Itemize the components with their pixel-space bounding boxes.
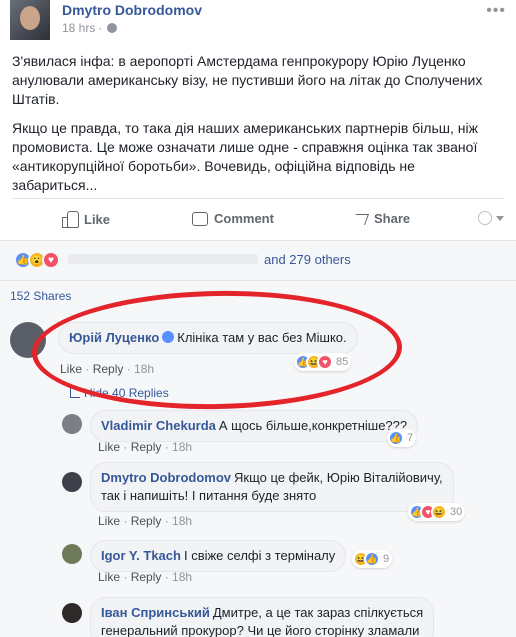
verified-badge-icon xyxy=(162,331,175,343)
comment-reactions[interactable]: 😆 👍 9 xyxy=(352,550,393,568)
comment-text-line2: генеральний прокурор? Чи це його сторінк… xyxy=(101,623,420,637)
comment-text: І свіже селфі з терміналу xyxy=(183,548,336,563)
comment-bubble: Іван Спринський Дмитре, а це так зараз сп… xyxy=(90,597,435,637)
comment-author[interactable]: Іван Спринський xyxy=(101,605,210,620)
comment-bubble: Igor Y. Tkach І свіже селфі з терміналу xyxy=(90,540,347,572)
hide-replies-label: Hide 40 Replies xyxy=(84,386,169,400)
commenter-avatar[interactable] xyxy=(62,603,82,623)
comment-reactions[interactable]: 👍 ♥ 😆 30 xyxy=(408,503,466,521)
like-reaction-icon: 👍 xyxy=(388,430,404,446)
comment-bubble: Dmytro Dobrodomov Якщо це фейк, Юрію Віта… xyxy=(90,462,454,512)
reply-item: Igor Y. Tkach І свіже селфі з терміналу 😆… xyxy=(62,540,512,590)
post-as-selector[interactable] xyxy=(478,211,504,225)
comment-time[interactable]: 18h xyxy=(134,362,154,376)
post-paragraph-1: З'явилася інфа: в аеропорті Амстердама г… xyxy=(12,53,483,107)
shares-row: 152 Shares xyxy=(0,280,516,310)
comments-section: Юрій Луценко Клініка там у вас без Мішко.… xyxy=(0,310,516,637)
comment-text-line1: Дмитре, а це так зараз спілкується xyxy=(212,605,424,620)
comment-reply-link[interactable]: Reply xyxy=(131,514,162,528)
comment-text: Клініка там у вас без Мішко. xyxy=(177,330,347,345)
comment-text-line2: так і напишіть! І питання буде знято xyxy=(101,488,317,503)
speech-bubble-icon xyxy=(192,211,208,226)
chevron-down-icon xyxy=(496,215,504,221)
reply-arrow-icon xyxy=(70,388,80,398)
shares-count[interactable]: 152 Shares xyxy=(10,289,71,303)
facebook-post: Dmytro Dobrodomov 18 hrs · ••• З'явилася… xyxy=(0,0,516,637)
comment-reactions[interactable]: 👍 😆 ♥ 85 xyxy=(294,353,352,371)
comment-actions: Like · Reply · 18h xyxy=(98,570,193,584)
love-reaction-icon: ♥ xyxy=(42,251,60,269)
like-label: Like xyxy=(84,211,111,227)
comment-time[interactable]: 18h xyxy=(172,440,192,454)
action-bar: Like Comment Share xyxy=(12,198,504,238)
comment-reactions[interactable]: 👍 7 xyxy=(387,429,417,447)
comment-button[interactable]: Comment xyxy=(192,211,274,226)
comment-bubble: Юрій Луценко Клініка там у вас без Мішко. xyxy=(58,322,358,354)
reply-item: Vladimir Chekurda А щось більше,конкретні… xyxy=(62,410,512,460)
comment-like-link[interactable]: Like xyxy=(60,362,82,376)
reactions-count: 7 xyxy=(407,432,414,444)
author-name[interactable]: Dmytro Dobrodomov xyxy=(62,2,202,18)
share-arrow-icon xyxy=(352,212,368,226)
reactions-count: 85 xyxy=(336,356,349,368)
reply-item: Dmytro Dobrodomov Якщо це фейк, Юрію Віта… xyxy=(62,462,512,534)
comment-author[interactable]: Dmytro Dobrodomov xyxy=(101,470,231,485)
comment-author[interactable]: Vladimir Chekurda xyxy=(101,418,216,433)
comment-author[interactable]: Igor Y. Tkach xyxy=(101,548,181,563)
post-text: З'явилася інфа: в аеропорті Амстердама г… xyxy=(12,52,504,205)
hide-replies-link[interactable]: Hide 40 Replies xyxy=(70,386,169,400)
love-reaction-icon: ♥ xyxy=(317,354,333,370)
comment-like-link[interactable]: Like xyxy=(98,570,120,584)
post-meta: 18 hrs · xyxy=(62,21,118,35)
author-avatar[interactable] xyxy=(10,0,50,40)
comment-item: Юрій Луценко Клініка там у вас без Мішко.… xyxy=(10,320,510,410)
comment-actions: Like · Reply · 18h xyxy=(98,440,193,454)
reactions-others[interactable]: and 279 others xyxy=(264,252,351,267)
share-label: Share xyxy=(374,211,411,226)
comment-actions: Like · Reply · 18h xyxy=(98,514,193,528)
reactions-summary[interactable]: 👍 😮 ♥ and 279 others xyxy=(0,240,516,280)
comment-reply-link[interactable]: Reply xyxy=(93,362,124,376)
commenter-avatar[interactable] xyxy=(62,472,82,492)
like-reaction-icon: 👍 xyxy=(364,551,380,567)
comment-text-line1: Якщо це фейк, Юрію Віталійовичу, xyxy=(234,470,443,485)
reactions-count: 30 xyxy=(450,506,463,518)
reaction-icons: 👍 😮 ♥ xyxy=(14,251,60,269)
globe-icon xyxy=(107,23,118,33)
blurred-names xyxy=(68,254,258,264)
comment-reply-link[interactable]: Reply xyxy=(131,440,162,454)
comment-label: Comment xyxy=(214,211,274,226)
reply-item: Іван Спринський Дмитре, а це так зараз сп… xyxy=(62,597,512,637)
post-paragraph-2: Якщо це правда, то така дія наших америк… xyxy=(12,120,478,193)
separator: · xyxy=(98,21,103,35)
comment-reply-link[interactable]: Reply xyxy=(131,570,162,584)
post-time[interactable]: 18 hrs xyxy=(62,21,95,35)
comment-actions: Like · Reply · 18h xyxy=(60,362,155,376)
comment-like-link[interactable]: Like xyxy=(98,440,120,454)
comment-text: А щось більше,конкретніше??? xyxy=(218,418,408,433)
like-button[interactable]: Like xyxy=(62,211,111,228)
reactions-count: 9 xyxy=(383,553,390,565)
haha-reaction-icon: 😆 xyxy=(431,504,447,520)
ellipsis-icon[interactable]: ••• xyxy=(486,2,506,20)
commenter-avatar[interactable] xyxy=(62,544,82,564)
comment-bubble: Vladimir Chekurda А щось більше,конкретні… xyxy=(90,410,419,442)
thumbs-up-icon xyxy=(62,211,79,228)
comment-time[interactable]: 18h xyxy=(172,570,192,584)
commenter-avatar[interactable] xyxy=(62,414,82,434)
comment-time[interactable]: 18h xyxy=(172,514,192,528)
post-header: Dmytro Dobrodomov 18 hrs · ••• xyxy=(10,0,506,44)
comment-like-link[interactable]: Like xyxy=(98,514,120,528)
comment-author[interactable]: Юрій Луценко xyxy=(69,330,159,345)
commenter-avatar[interactable] xyxy=(10,322,46,358)
share-button[interactable]: Share xyxy=(352,211,410,226)
viewer-avatar-icon xyxy=(478,211,492,225)
